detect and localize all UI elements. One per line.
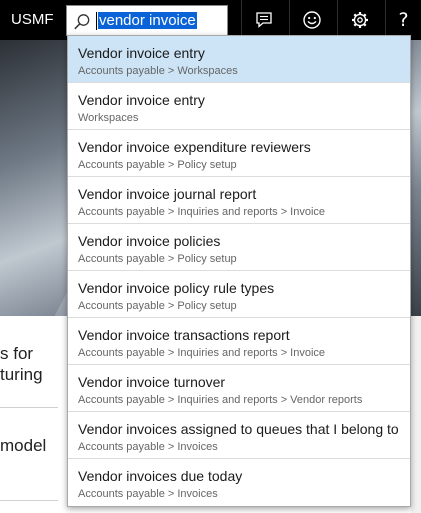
search-result[interactable]: Vendor invoice transactions report Accou… — [68, 318, 410, 365]
result-path: Accounts payable > Inquiries and reports… — [78, 394, 363, 406]
search-result[interactable]: Vendor invoice journal report Accounts p… — [68, 177, 410, 224]
search-icon[interactable] — [73, 13, 91, 31]
result-title: Vendor invoices assigned to queues that … — [78, 421, 399, 437]
result-title: Vendor invoice expenditure reviewers — [78, 139, 311, 155]
text-caret — [96, 12, 97, 30]
message-icon — [255, 11, 273, 29]
tile-label[interactable]: turing — [0, 365, 43, 385]
search-results-dropdown: Vendor invoice entry Accounts payable > … — [67, 35, 411, 507]
feedback-button[interactable] — [290, 0, 334, 40]
result-title: Vendor invoice entry — [78, 45, 205, 61]
tile-label[interactable]: model — [0, 436, 46, 456]
result-title: Vendor invoice policy rule types — [78, 280, 275, 296]
result-path: Accounts payable > Invoices — [78, 488, 218, 500]
search-query[interactable]: vendor invoice — [98, 12, 197, 29]
result-title: Vendor invoice entry — [78, 92, 205, 108]
result-path: Accounts payable > Inquiries and reports… — [78, 206, 326, 218]
result-path: Accounts payable > Policy setup — [78, 159, 237, 171]
search-input[interactable]: vendor invoice — [66, 5, 228, 36]
search-result[interactable]: Vendor invoice entry Workspaces — [68, 83, 410, 130]
search-result[interactable]: Vendor invoice policy rule types Account… — [68, 271, 410, 318]
result-title: Vendor invoice turnover — [78, 374, 226, 390]
tile-label[interactable]: s for — [0, 344, 33, 364]
help-button[interactable]: ? — [386, 0, 421, 40]
result-title: Vendor invoice journal report — [78, 186, 257, 202]
top-navigation-bar: USMF vendor invoice ? — [0, 0, 421, 40]
company-picker[interactable]: USMF — [11, 11, 54, 28]
settings-button[interactable] — [338, 0, 382, 40]
help-icon: ? — [398, 9, 409, 31]
search-result[interactable]: Vendor invoice turnover Accounts payable… — [68, 365, 410, 412]
result-title: Vendor invoice policies — [78, 233, 221, 249]
result-path: Accounts payable > Invoices — [78, 441, 218, 453]
search-result[interactable]: Vendor invoices due today Accounts payab… — [68, 459, 410, 506]
result-path: Accounts payable > Workspaces — [78, 65, 238, 77]
result-path: Accounts payable > Inquiries and reports… — [78, 347, 326, 359]
tile-divider — [0, 500, 58, 501]
smiley-icon — [302, 10, 322, 30]
result-path: Workspaces — [78, 112, 139, 124]
search-result[interactable]: Vendor invoice expenditure reviewers Acc… — [68, 130, 410, 177]
result-title: Vendor invoices due today — [78, 468, 243, 484]
tile-divider — [0, 407, 58, 408]
search-result[interactable]: Vendor invoice entry Accounts payable > … — [68, 36, 410, 83]
result-title: Vendor invoice transactions report — [78, 327, 290, 343]
search-result[interactable]: Vendor invoice policies Accounts payable… — [68, 224, 410, 271]
search-result[interactable]: Vendor invoices assigned to queues that … — [68, 412, 410, 459]
message-button[interactable] — [242, 0, 286, 40]
gear-icon — [351, 11, 369, 29]
result-path: Accounts payable > Policy setup — [78, 253, 237, 265]
result-path: Accounts payable > Policy setup — [78, 300, 237, 312]
scroll-area — [411, 316, 421, 513]
